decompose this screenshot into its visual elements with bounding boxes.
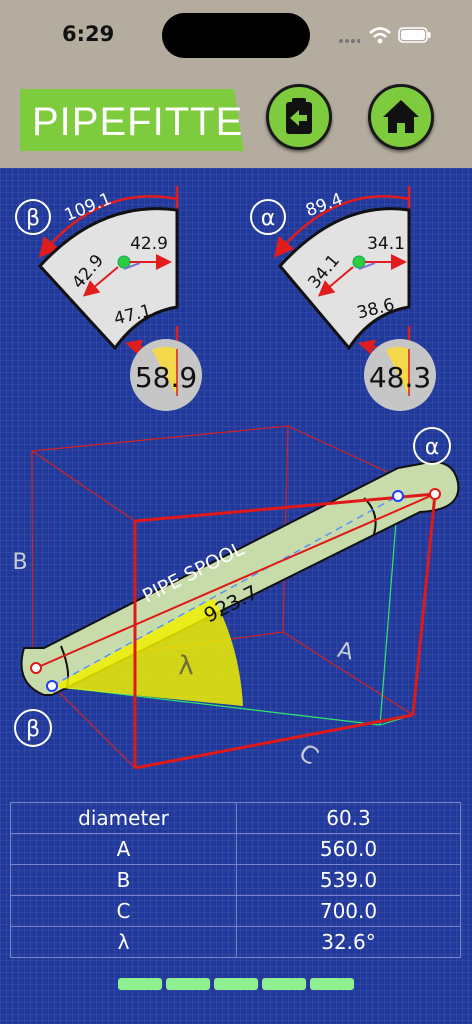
battery-icon [398, 27, 431, 43]
home-button[interactable] [368, 84, 434, 150]
alpha-end-symbol: α [425, 435, 440, 460]
row-value: 560.0 [236, 833, 461, 865]
row-value: 60.3 [236, 802, 461, 834]
beta-gauge: β 109.1 42.9 42.9 47.1 58.9 [15, 186, 202, 411]
beta-dial-value: 58.9 [135, 361, 197, 394]
dynamic-island [162, 13, 310, 58]
page-segment-4[interactable] [262, 978, 306, 990]
beta-gauge-face [37, 207, 179, 351]
lambda-angle-label: λ [178, 651, 193, 681]
row-value: 32.6° [236, 926, 461, 958]
spool-diagram: λ PIPE SPOOL 923.7 B A C α β [12, 425, 460, 771]
row-value: 539.0 [236, 864, 461, 896]
dimensions-table: diameter 60.3 A 560.0 B 539.0 C 700.0 λ … [10, 802, 461, 958]
table-row: λ 32.6° [10, 926, 461, 958]
page-segment-2[interactable] [166, 978, 210, 990]
alpha-arc-value: 89.4 [303, 189, 345, 221]
app-title: PIPEFITTER [32, 100, 244, 144]
table-row: B 539.0 [10, 864, 461, 896]
alpha-dial-value: 48.3 [369, 361, 431, 394]
beta-end-symbol: β [26, 717, 40, 742]
clipboard-back-arrow-icon [286, 98, 312, 134]
cellular-signal-icon [339, 39, 360, 43]
calculator-canvas: β 109.1 42.9 42.9 47.1 58.9 α 89.4 34.1 … [0, 168, 472, 1024]
beta-right-value: 42.9 [130, 234, 168, 254]
table-row: C 700.0 [10, 895, 461, 927]
status-time: 6:29 [62, 22, 115, 46]
wifi-icon [369, 27, 391, 44]
app-logo: PIPEFITTER [20, 89, 244, 151]
page-segment-3[interactable] [214, 978, 258, 990]
row-key: diameter [10, 802, 237, 834]
alpha-right-value: 34.1 [367, 234, 405, 254]
back-to-clipboard-button[interactable] [266, 84, 332, 150]
alpha-symbol: α [261, 206, 276, 231]
status-bar: 6:29 [0, 0, 472, 70]
page-indicator[interactable] [118, 978, 354, 991]
home-icon [383, 100, 419, 133]
row-key: λ [10, 926, 237, 958]
row-key: A [10, 833, 237, 865]
row-key: C [10, 895, 237, 927]
beta-symbol: β [26, 206, 40, 231]
page-segment-1[interactable] [118, 978, 162, 990]
row-value: 700.0 [236, 895, 461, 927]
app-header: PIPEFITTER [0, 70, 472, 168]
dimension-b-label: B [12, 550, 27, 575]
row-key: B [10, 864, 237, 896]
dimension-c-label: C [294, 738, 324, 771]
table-row: A 560.0 [10, 833, 461, 865]
pipe-spool-scene: β 109.1 42.9 42.9 47.1 58.9 α 89.4 34.1 … [12, 186, 460, 771]
dimension-a-label: A [335, 638, 355, 666]
alpha-gauge: α 89.4 34.1 34.1 38.6 48.3 [250, 186, 436, 411]
table-row: diameter 60.3 [10, 802, 461, 834]
page-segment-5[interactable] [310, 978, 354, 990]
